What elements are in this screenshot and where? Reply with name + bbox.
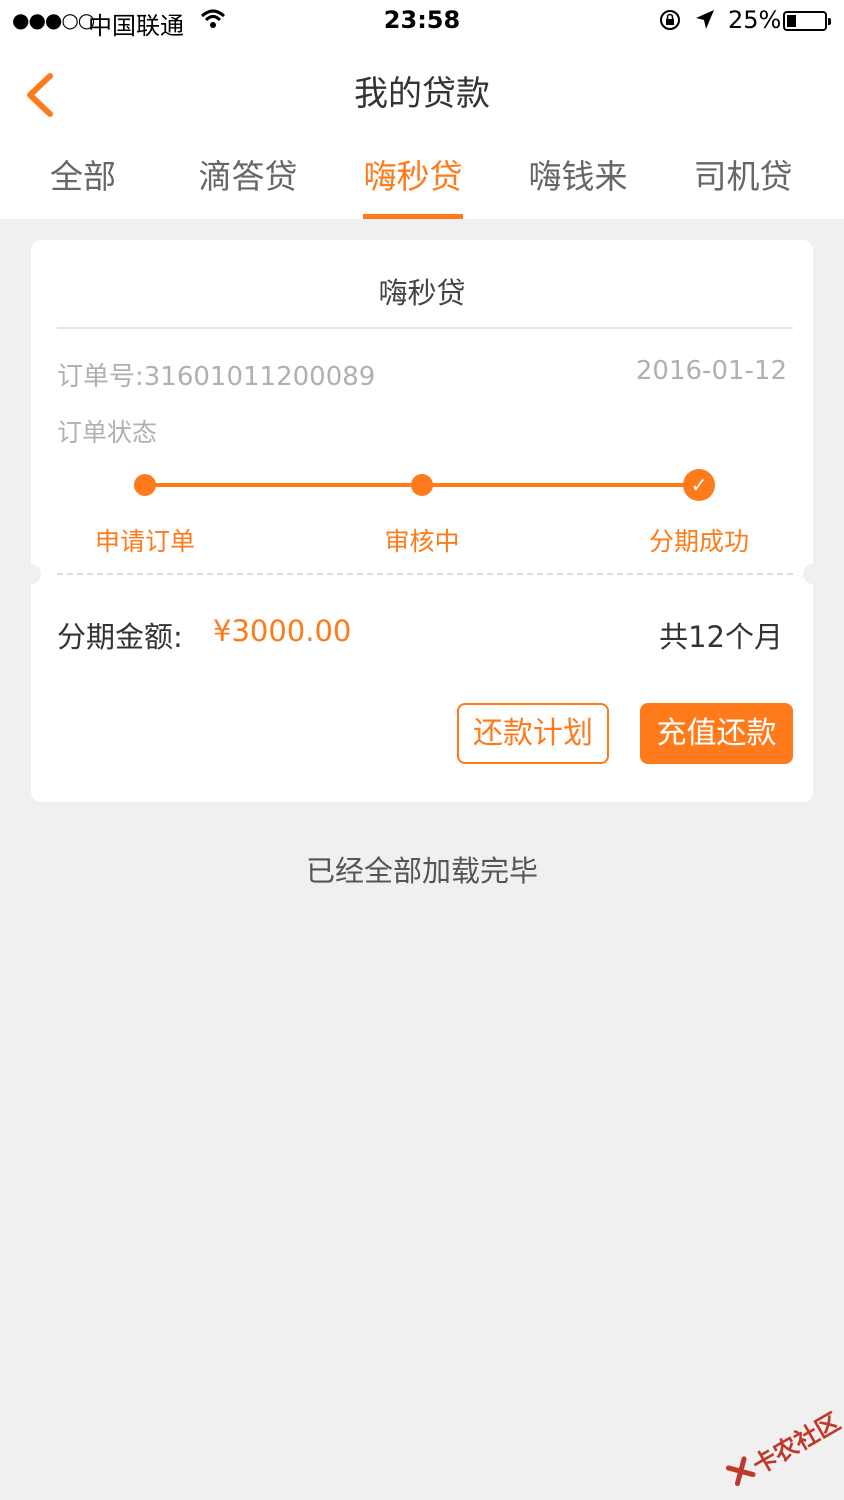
order-date: 2016-01-12 <box>635 356 787 386</box>
tab-didadai[interactable]: 滴答贷 <box>183 150 313 219</box>
tab-haimiaodai[interactable]: 嗨秒贷 <box>348 150 478 219</box>
installment-term: 共12个月 <box>659 620 783 654</box>
check-icon: ✓ <box>683 469 715 501</box>
ticket-notch-right <box>803 564 823 584</box>
status-bar: ●●●○○ 中国联通 23:58 25% <box>0 0 844 44</box>
order-status-label: 订单状态 <box>57 418 158 447</box>
step-label-apply: 申请订单 <box>94 527 195 556</box>
recharge-repay-button[interactable]: 充值还款 <box>640 703 793 764</box>
tab-all[interactable]: 全部 <box>18 150 148 219</box>
repayment-plan-button[interactable]: 还款计划 <box>457 703 609 764</box>
location-arrow-icon <box>694 8 716 38</box>
ticket-notch-left <box>21 564 41 584</box>
step-dot-apply <box>134 474 156 496</box>
battery-icon <box>783 11 831 31</box>
step-dot-review <box>411 474 433 496</box>
page-title: 我的贷款 <box>354 74 490 114</box>
loan-card: 嗨秒贷 订单号:31601011200089 2016-01-12 订单状态 ✓… <box>21 240 823 802</box>
card-divider <box>57 327 793 329</box>
tab-haiqianlai[interactable]: 嗨钱来 <box>513 150 643 219</box>
amount-label: 分期金额: <box>57 620 183 654</box>
clock: 23:58 <box>383 6 461 34</box>
top-section: ●●●○○ 中国联通 23:58 25% 我的贷款 全部 滴答贷 嗨秒贷 嗨钱来… <box>0 0 844 219</box>
card-title: 嗨秒贷 <box>378 276 466 310</box>
tab-sijidai[interactable]: 司机贷 <box>678 150 808 219</box>
battery-percent: 25% <box>728 6 782 34</box>
watermark-text: 卡农社区 <box>747 1407 844 1480</box>
watermark: 卡农社区 <box>714 1395 844 1500</box>
all-loaded-text: 已经全部加载完毕 <box>305 854 538 888</box>
rotation-lock-icon <box>658 8 682 38</box>
dashed-divider <box>57 573 793 575</box>
step-label-review: 审核中 <box>384 527 460 556</box>
step-label-success: 分期成功 <box>648 527 749 556</box>
loan-type-tabs: 全部 滴答贷 嗨秒贷 嗨钱来 司机贷 <box>0 150 844 219</box>
battery-level <box>787 15 796 27</box>
amount-value: ¥3000.00 <box>213 614 352 648</box>
order-number: 订单号:31601011200089 <box>57 362 376 392</box>
